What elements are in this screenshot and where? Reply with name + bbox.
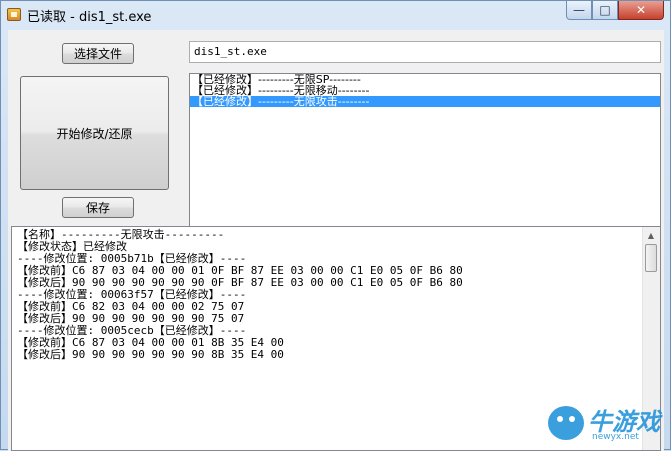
mod-list[interactable]: 【已经修改】---------无限SP-------- 【已经修改】-------…: [189, 73, 661, 249]
scroll-thumb[interactable]: [645, 244, 657, 272]
close-button[interactable]: ✕: [618, 1, 664, 20]
output-lines: 【名称】---------无限攻击--------- 【修改状态】已经修改 ----…: [17, 229, 640, 361]
watermark-url: newyx.net: [592, 432, 639, 442]
minimize-button[interactable]: —: [566, 1, 592, 20]
scroll-up-icon[interactable]: ▲: [643, 227, 659, 243]
close-icon: ✕: [635, 3, 647, 17]
app-icon: [7, 8, 21, 21]
maximize-button[interactable]: □: [592, 1, 618, 20]
maximize-icon: □: [599, 3, 611, 17]
mod-list-items: 【已经修改】---------无限SP-------- 【已经修改】-------…: [190, 74, 660, 107]
minimize-icon: —: [573, 3, 585, 17]
title-bar[interactable]: 已读取 - dis1_st.exe — □ ✕: [1, 1, 670, 28]
window-title: 已读取 - dis1_st.exe: [27, 10, 152, 25]
mod-list-item[interactable]: 【已经修改】---------无限攻击--------: [190, 96, 660, 107]
save-button[interactable]: 保存: [62, 197, 134, 218]
watermark-logo-icon: [548, 406, 584, 440]
start-modify-button[interactable]: 开始修改/还原: [20, 76, 169, 190]
app-window: 已读取 - dis1_st.exe — □ ✕ 选择文件 dis1_st.exe…: [0, 0, 671, 451]
output-line: 【修改后】90 90 90 90 90 90 90 8B 35 E4 00: [17, 348, 284, 361]
watermark: 牛游戏 newyx.net: [544, 400, 669, 448]
client-area: 选择文件 dis1_st.exe 开始修改/还原 保存 【已经修改】------…: [8, 30, 664, 451]
choose-file-button[interactable]: 选择文件: [62, 43, 134, 64]
file-path-field[interactable]: dis1_st.exe: [189, 41, 661, 63]
